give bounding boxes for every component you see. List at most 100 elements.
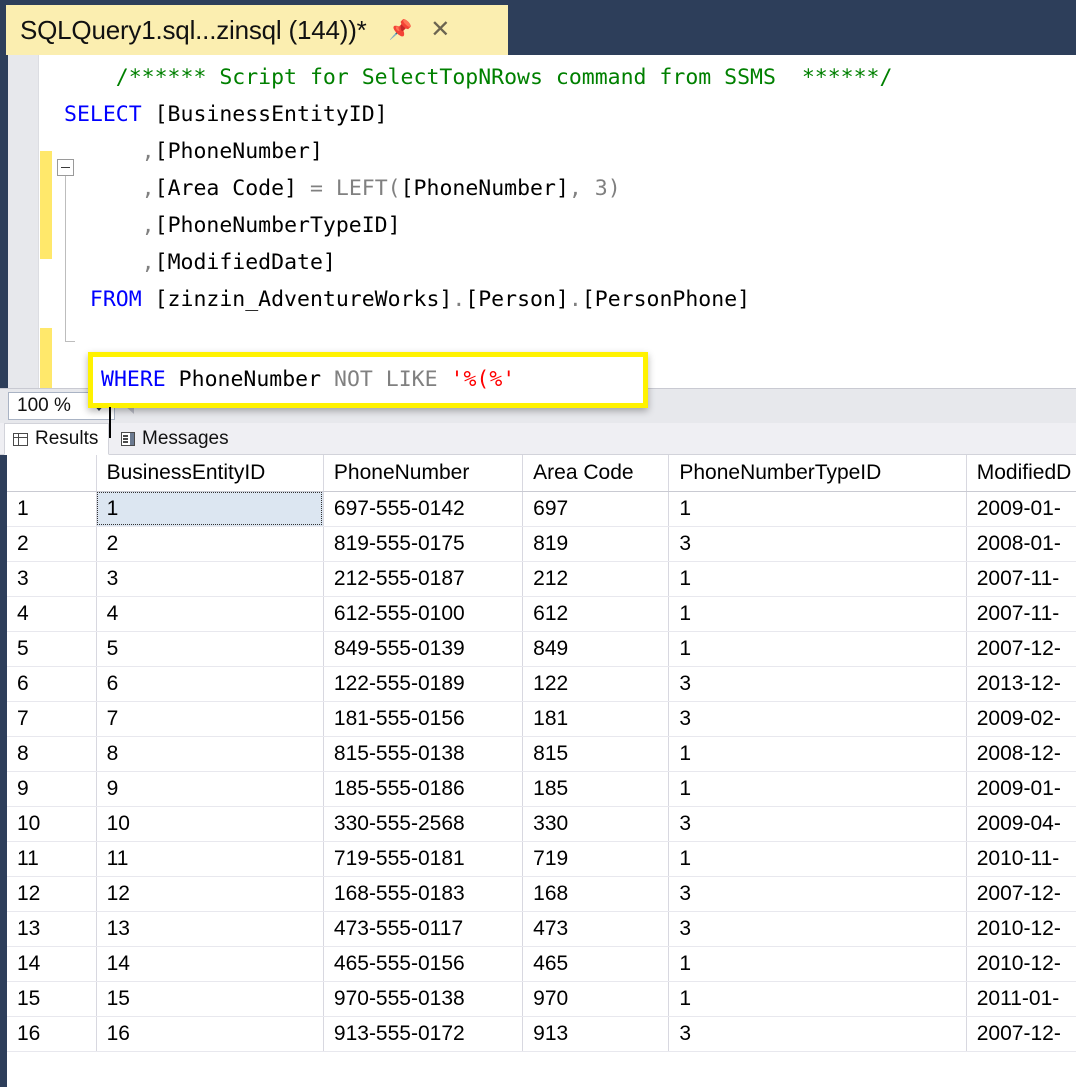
cell-rownum[interactable]: 13 — [7, 911, 97, 947]
cell-rownum[interactable]: 12 — [7, 876, 97, 912]
cell-phonenumbertypeid[interactable]: 1 — [668, 631, 967, 667]
cell-areacode[interactable]: 185 — [522, 771, 670, 807]
cell-businessentityid[interactable]: 12 — [96, 876, 324, 912]
cell-phonenumber[interactable]: 849-555-0139 — [323, 631, 524, 667]
cell-modifieddate[interactable]: 2009-01- — [966, 491, 1076, 527]
cell-areacode[interactable]: 819 — [522, 526, 670, 562]
table-row[interactable]: 6 6 122-555-0189 122 3 2013-12- — [7, 666, 1076, 702]
cell-modifieddate[interactable]: 2007-12- — [966, 1016, 1076, 1052]
cell-modifieddate[interactable]: 2010-11- — [966, 841, 1076, 877]
cell-modifieddate[interactable]: 2007-11- — [966, 561, 1076, 597]
table-row[interactable]: 8 8 815-555-0138 815 1 2008-12- — [7, 736, 1076, 772]
code-line-col-modifieddate[interactable]: ,[ModifiedDate] — [64, 244, 1076, 281]
cell-rownum[interactable]: 14 — [7, 946, 97, 982]
table-row[interactable]: 7 7 181-555-0156 181 3 2009-02- — [7, 701, 1076, 737]
cell-rownum[interactable]: 10 — [7, 806, 97, 842]
cell-rownum[interactable]: 3 — [7, 561, 97, 597]
cell-phonenumber[interactable]: 168-555-0183 — [323, 876, 524, 912]
table-row[interactable]: 14 14 465-555-0156 465 1 2010-12- — [7, 946, 1076, 982]
table-row[interactable]: 11 11 719-555-0181 719 1 2010-11- — [7, 841, 1076, 877]
cell-phonenumbertypeid[interactable]: 3 — [668, 666, 967, 702]
cell-areacode[interactable]: 168 — [522, 876, 670, 912]
cell-phonenumber[interactable]: 819-555-0175 — [323, 526, 524, 562]
cell-areacode[interactable]: 913 — [522, 1016, 670, 1052]
cell-modifieddate[interactable]: 2008-01- — [966, 526, 1076, 562]
cell-businessentityid[interactable]: 1 — [96, 491, 324, 527]
cell-modifieddate[interactable]: 2007-12- — [966, 876, 1076, 912]
cell-businessentityid[interactable]: 16 — [96, 1016, 324, 1052]
cell-modifieddate[interactable]: 2010-12- — [966, 946, 1076, 982]
cell-phonenumbertypeid[interactable]: 3 — [668, 876, 967, 912]
cell-rownum[interactable]: 16 — [7, 1016, 97, 1052]
cell-modifieddate[interactable]: 2009-01- — [966, 771, 1076, 807]
cell-phonenumber[interactable]: 181-555-0156 — [323, 701, 524, 737]
cell-businessentityid[interactable]: 10 — [96, 806, 324, 842]
table-row[interactable]: 10 10 330-555-2568 330 3 2009-04- — [7, 806, 1076, 842]
cell-businessentityid[interactable]: 2 — [96, 526, 324, 562]
cell-phonenumbertypeid[interactable]: 3 — [668, 526, 967, 562]
cell-businessentityid[interactable]: 7 — [96, 701, 324, 737]
cell-areacode[interactable]: 970 — [522, 981, 670, 1017]
results-grid-container[interactable]: BusinessEntityID PhoneNumber Area Code P… — [0, 455, 1076, 1087]
column-header-businessentityid[interactable]: BusinessEntityID — [96, 455, 324, 492]
cell-modifieddate[interactable]: 2009-04- — [966, 806, 1076, 842]
cell-areacode[interactable]: 815 — [522, 736, 670, 772]
cell-modifieddate[interactable]: 2008-12- — [966, 736, 1076, 772]
table-row[interactable]: 13 13 473-555-0117 473 3 2010-12- — [7, 911, 1076, 947]
cell-businessentityid[interactable]: 8 — [96, 736, 324, 772]
cell-phonenumbertypeid[interactable]: 1 — [668, 771, 967, 807]
cell-areacode[interactable]: 612 — [522, 596, 670, 632]
cell-businessentityid[interactable]: 11 — [96, 841, 324, 877]
cell-businessentityid[interactable]: 3 — [96, 561, 324, 597]
cell-phonenumber[interactable]: 473-555-0117 — [323, 911, 524, 947]
code-line-col-phonenumbertypeid[interactable]: ,[PhoneNumberTypeID] — [64, 207, 1076, 244]
cell-phonenumber[interactable]: 913-555-0172 — [323, 1016, 524, 1052]
table-row[interactable]: 16 16 913-555-0172 913 3 2007-12- — [7, 1016, 1076, 1052]
column-header-rownum[interactable] — [7, 455, 97, 492]
cell-rownum[interactable]: 6 — [7, 666, 97, 702]
cell-phonenumber[interactable]: 612-555-0100 — [323, 596, 524, 632]
results-grid[interactable]: BusinessEntityID PhoneNumber Area Code P… — [7, 455, 1076, 1052]
cell-phonenumber[interactable]: 970-555-0138 — [323, 981, 524, 1017]
cell-modifieddate[interactable]: 2010-12- — [966, 911, 1076, 947]
cell-phonenumbertypeid[interactable]: 3 — [668, 806, 967, 842]
cell-businessentityid[interactable]: 6 — [96, 666, 324, 702]
cell-areacode[interactable]: 849 — [522, 631, 670, 667]
table-row[interactable]: 5 5 849-555-0139 849 1 2007-12- — [7, 631, 1076, 667]
cell-modifieddate[interactable]: 2007-11- — [966, 596, 1076, 632]
code-line-col-phonenumber[interactable]: ,[PhoneNumber] — [64, 133, 1076, 170]
cell-businessentityid[interactable]: 5 — [96, 631, 324, 667]
sql-code-text[interactable]: /****** Script for SelectTopNRows comman… — [64, 55, 1076, 388]
cell-businessentityid[interactable]: 14 — [96, 946, 324, 982]
cell-modifieddate[interactable]: 2007-12- — [966, 631, 1076, 667]
cell-areacode[interactable]: 181 — [522, 701, 670, 737]
cell-phonenumber[interactable]: 465-555-0156 — [323, 946, 524, 982]
cell-modifieddate[interactable]: 2013-12- — [966, 666, 1076, 702]
table-row[interactable]: 9 9 185-555-0186 185 1 2009-01- — [7, 771, 1076, 807]
table-row[interactable]: 3 3 212-555-0187 212 1 2007-11- — [7, 561, 1076, 597]
cell-phonenumbertypeid[interactable]: 3 — [668, 701, 967, 737]
table-row[interactable]: 1 1 697-555-0142 697 1 2009-01- — [7, 491, 1076, 527]
cell-phonenumbertypeid[interactable]: 1 — [668, 946, 967, 982]
cell-phonenumbertypeid[interactable]: 3 — [668, 911, 967, 947]
tab-results[interactable]: Results — [4, 423, 109, 455]
pin-icon[interactable]: 📌 — [389, 21, 413, 40]
cell-phonenumber[interactable]: 330-555-2568 — [323, 806, 524, 842]
cell-phonenumbertypeid[interactable]: 1 — [668, 841, 967, 877]
cell-phonenumbertypeid[interactable]: 1 — [668, 981, 967, 1017]
cell-rownum[interactable]: 5 — [7, 631, 97, 667]
cell-rownum[interactable]: 7 — [7, 701, 97, 737]
column-header-phonenumber[interactable]: PhoneNumber — [323, 455, 524, 492]
cell-areacode[interactable]: 697 — [522, 491, 670, 527]
cell-areacode[interactable]: 330 — [522, 806, 670, 842]
cell-businessentityid[interactable]: 9 — [96, 771, 324, 807]
cell-areacode[interactable]: 473 — [522, 911, 670, 947]
cell-rownum[interactable]: 4 — [7, 596, 97, 632]
cell-phonenumbertypeid[interactable]: 1 — [668, 736, 967, 772]
document-tab-sqlquery1[interactable]: SQLQuery1.sql...zinsql (144))* 📌 ✕ — [6, 5, 508, 55]
cell-rownum[interactable]: 11 — [7, 841, 97, 877]
table-row[interactable]: 2 2 819-555-0175 819 3 2008-01- — [7, 526, 1076, 562]
cell-phonenumber[interactable]: 815-555-0138 — [323, 736, 524, 772]
cell-modifieddate[interactable]: 2011-01- — [966, 981, 1076, 1017]
cell-areacode[interactable]: 465 — [522, 946, 670, 982]
